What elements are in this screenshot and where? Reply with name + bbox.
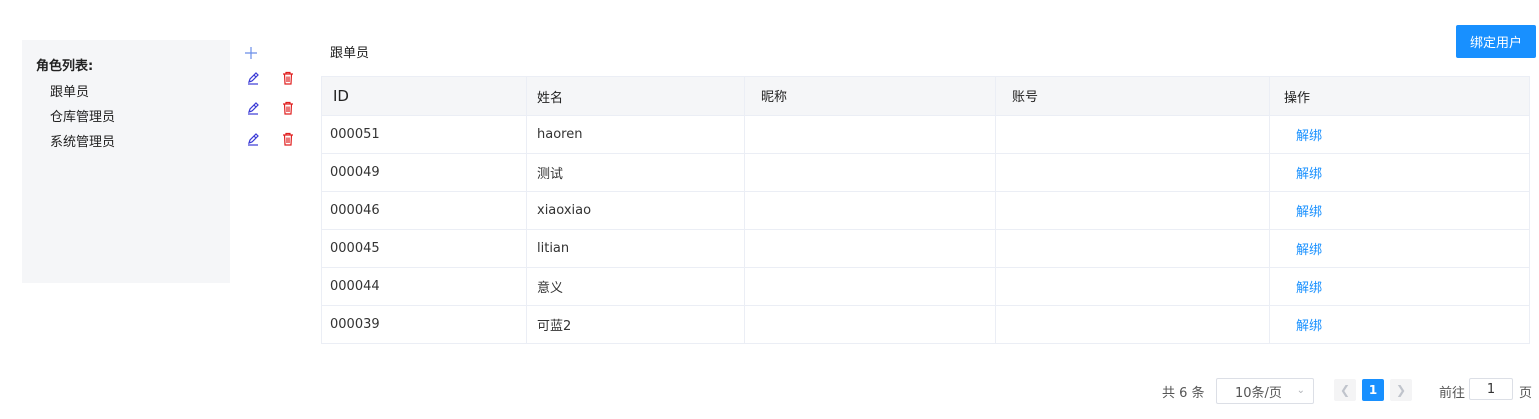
unbind-link[interactable]: 解绑: [1284, 315, 1322, 334]
edit-icon[interactable]: [244, 99, 262, 117]
trash-icon[interactable]: [279, 130, 297, 148]
column-header-name: 姓名: [527, 77, 745, 115]
cell-name: 可蓝2: [527, 306, 745, 343]
cell-name: 意义: [527, 268, 745, 305]
cell-name: haoren: [527, 116, 745, 153]
chevron-right-icon[interactable]: ❯: [1390, 379, 1412, 401]
column-header-nickname: 昵称: [745, 77, 996, 115]
role-item-warehouse-admin[interactable]: 仓库管理员: [50, 106, 115, 125]
table-row: 000039 可蓝2 解绑: [322, 306, 1529, 343]
cell-nickname: [745, 116, 996, 153]
unbind-link[interactable]: 解绑: [1284, 239, 1322, 258]
cell-name: 测试: [527, 154, 745, 191]
plus-icon[interactable]: [242, 44, 260, 62]
cell-account: [996, 192, 1270, 229]
column-header-id: ID: [322, 77, 527, 115]
cell-nickname: [745, 306, 996, 343]
cell-name: xiaoxiao: [527, 192, 745, 229]
table-row: 000049 测试 解绑: [322, 154, 1529, 192]
unbind-link[interactable]: 解绑: [1284, 163, 1322, 182]
cell-id: 000039: [322, 306, 527, 343]
role-item-system-admin[interactable]: 系统管理员: [50, 131, 115, 150]
page-suffix-label: 页: [1519, 386, 1533, 401]
page-size-select[interactable]: 10条/页 ⌄: [1216, 378, 1314, 404]
cell-nickname: [745, 154, 996, 191]
cell-actions: 解绑: [1270, 306, 1527, 343]
cell-account: [996, 306, 1270, 343]
cell-id: 000045: [322, 230, 527, 267]
cell-actions: 解绑: [1270, 154, 1527, 191]
chevron-left-icon[interactable]: ❮: [1334, 379, 1356, 401]
cell-account: [996, 154, 1270, 191]
cell-nickname: [745, 230, 996, 267]
cell-id: 000046: [322, 192, 527, 229]
role-item-follower[interactable]: 跟单员: [50, 81, 89, 100]
cell-actions: 解绑: [1270, 230, 1527, 267]
unbind-link[interactable]: 解绑: [1284, 125, 1322, 144]
cell-id: 000044: [322, 268, 527, 305]
chevron-down-icon: ⌄: [1296, 385, 1305, 396]
column-header-actions: 操作: [1284, 90, 1311, 106]
trash-icon[interactable]: [279, 99, 297, 117]
user-table: ID 姓名 昵称 账号 操作 000051 haoren 解绑 000049 测…: [321, 76, 1530, 344]
cell-name: litian: [527, 230, 745, 267]
cell-account: [996, 230, 1270, 267]
role-user-binding-page: 角色列表: 跟单员 仓库管理员 系统管理员 跟单员 绑定用户 ID 姓名 昵称 …: [0, 0, 1539, 419]
edit-icon[interactable]: [244, 69, 262, 87]
bind-user-button[interactable]: 绑定用户: [1456, 25, 1536, 58]
table-row: 000046 xiaoxiao 解绑: [322, 192, 1529, 230]
current-role-title: 跟单员: [330, 46, 370, 61]
table-row: 000051 haoren 解绑: [322, 116, 1529, 154]
pagination-total: 共 6 条: [1162, 386, 1205, 401]
trash-icon[interactable]: [279, 69, 297, 87]
edit-icon[interactable]: [244, 130, 262, 148]
role-list-title: 角色列表:: [36, 59, 94, 74]
page-size-value: 10条/页: [1235, 385, 1282, 401]
role-list-panel: 角色列表: 跟单员 仓库管理员 系统管理员: [22, 40, 230, 283]
unbind-link[interactable]: 解绑: [1284, 277, 1322, 296]
cell-nickname: [745, 268, 996, 305]
table-header-row: ID 姓名 昵称 账号 操作: [322, 77, 1529, 116]
unbind-link[interactable]: 解绑: [1284, 201, 1322, 220]
goto-label: 前往: [1439, 386, 1466, 401]
pagination: 共 6 条 10条/页 ⌄ ❮ 1 ❯ 前往 页: [0, 378, 1539, 408]
cell-id: 000051: [322, 116, 527, 153]
table-row: 000045 litian 解绑: [322, 230, 1529, 268]
cell-actions: 解绑: [1270, 116, 1527, 153]
cell-account: [996, 268, 1270, 305]
cell-actions: 解绑: [1270, 192, 1527, 229]
cell-id: 000049: [322, 154, 527, 191]
table-row: 000044 意义 解绑: [322, 268, 1529, 306]
cell-account: [996, 116, 1270, 153]
cell-actions: 解绑: [1270, 268, 1527, 305]
page-number-current[interactable]: 1: [1362, 379, 1384, 401]
cell-nickname: [745, 192, 996, 229]
column-header-account: 账号: [996, 77, 1270, 115]
goto-page-input[interactable]: [1469, 378, 1513, 400]
